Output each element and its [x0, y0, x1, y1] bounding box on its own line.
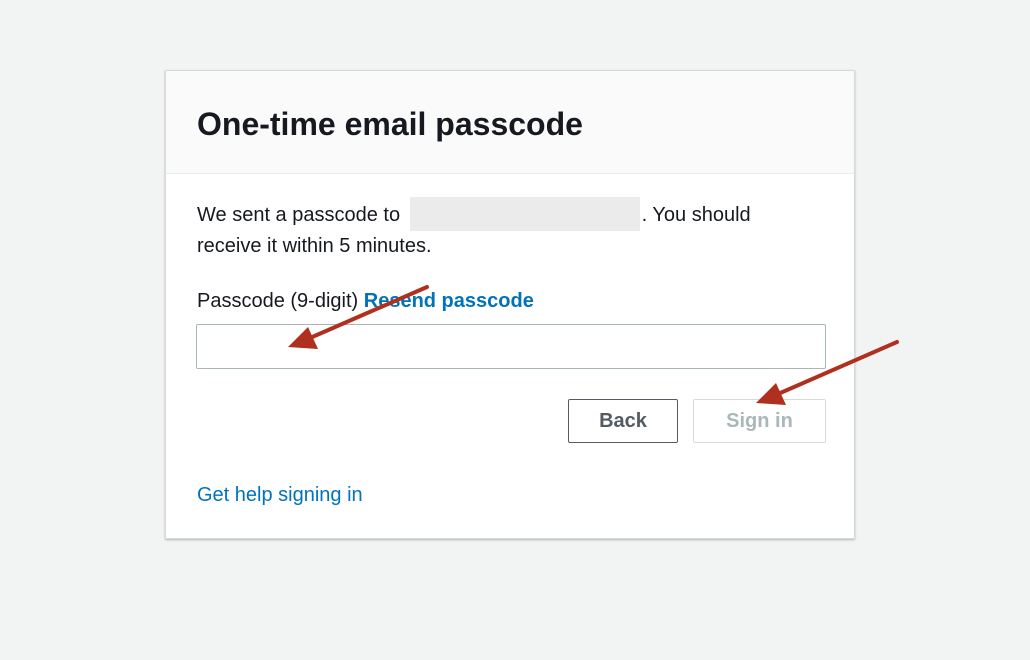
- signin-card: One-time email passcode We sent a passco…: [165, 70, 855, 539]
- passcode-input[interactable]: [196, 324, 826, 369]
- passcode-label: Passcode (9-digit): [197, 290, 359, 312]
- card-header: One-time email passcode: [166, 71, 854, 174]
- resend-passcode-link[interactable]: Resend passcode: [364, 290, 534, 312]
- redacted-email-block: [409, 197, 640, 231]
- passcode-sent-message: We sent a passcode to . You should recei…: [197, 197, 797, 261]
- page-title: One-time email passcode: [197, 106, 583, 142]
- back-button[interactable]: Back: [568, 399, 678, 443]
- message-text-before: We sent a passcode to: [197, 204, 401, 226]
- get-help-signing-in-link[interactable]: Get help signing in: [197, 482, 363, 508]
- sign-in-button[interactable]: Sign in: [693, 399, 826, 443]
- passcode-label-row: Passcode (9-digit) Resend passcode: [197, 288, 534, 314]
